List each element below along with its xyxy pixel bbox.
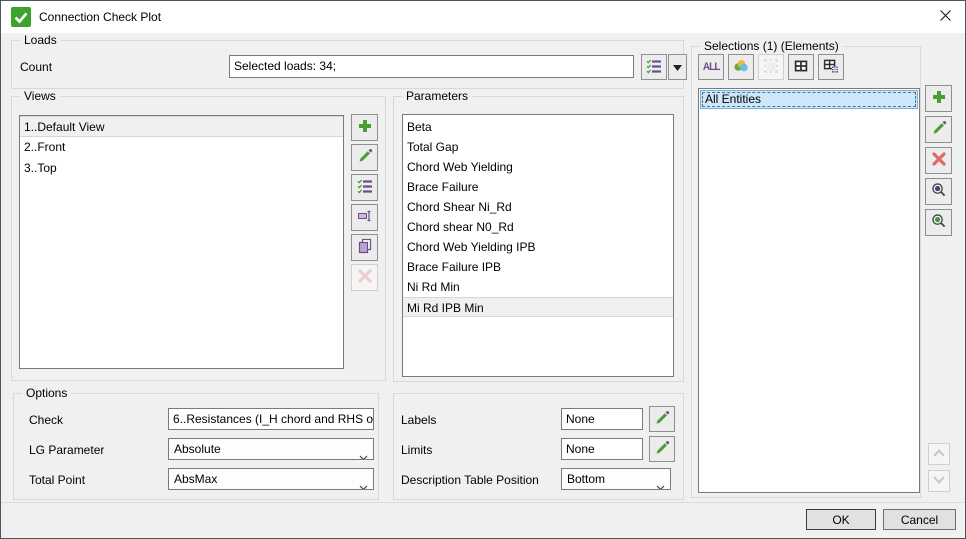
loads-group-label: Loads [20, 33, 61, 48]
marquee-selection-icon [763, 58, 779, 77]
select-all-button[interactable]: ALL [698, 54, 724, 80]
parameter-list-item[interactable]: Chord shear N0_Rd [403, 217, 673, 237]
options-group-label: Options [22, 386, 71, 401]
selections-edit-button[interactable] [925, 116, 952, 143]
grid-icon [793, 58, 809, 77]
views-group-label: Views [20, 89, 60, 104]
move-up-button [928, 443, 950, 465]
parameter-list-item[interactable]: Brace Failure IPB [403, 257, 673, 277]
limits-field[interactable]: None [561, 438, 643, 460]
selections-zoom-green-button[interactable] [925, 209, 952, 236]
parameter-list-item[interactable]: Beta [403, 117, 673, 137]
lg-parameter-value: Absolute [174, 442, 221, 456]
combo-chevron-icon [656, 477, 665, 490]
view-list-item[interactable]: 2..Front [20, 137, 343, 158]
grid-pattern-button[interactable] [818, 54, 844, 80]
footer-separator [1, 502, 965, 503]
entities-circles-icon [733, 58, 749, 77]
parameters-list[interactable]: Beta Total Gap Chord Web Yielding Brace … [402, 114, 674, 377]
labels-field[interactable]: None [561, 408, 643, 430]
ok-button[interactable]: OK [806, 509, 876, 530]
pencil-icon [931, 120, 947, 139]
connection-check-plot-dialog: Connection Check Plot Loads Count Select… [0, 0, 966, 539]
grid-view-button[interactable] [788, 54, 814, 80]
views-edit-button[interactable] [351, 144, 378, 171]
parameter-list-item[interactable]: Ni Rd Min [403, 277, 673, 297]
count-field[interactable]: Selected loads: 34; [229, 55, 634, 78]
views-list[interactable]: 1..Default View 2..Front 3..Top [19, 115, 344, 369]
checklist-icon [357, 178, 373, 197]
views-select-button[interactable] [351, 174, 378, 201]
combo-chevron-icon [359, 447, 368, 460]
combo-chevron-icon [359, 477, 368, 490]
total-point-label: Total Point [29, 473, 85, 487]
plus-icon [931, 89, 947, 108]
parameter-list-item[interactable]: Brace Failure [403, 177, 673, 197]
selections-group-label: Selections (1) (Elements) [700, 39, 843, 54]
total-point-combobox[interactable]: AbsMax [168, 468, 374, 490]
views-copy-button[interactable] [351, 234, 378, 261]
cancel-button[interactable]: Cancel [883, 509, 956, 530]
view-list-item[interactable]: 3..Top [20, 158, 343, 179]
total-point-value: AbsMax [174, 472, 217, 486]
labels-edit-button[interactable] [649, 406, 675, 432]
lg-parameter-combobox[interactable]: Absolute [168, 438, 374, 460]
select-marquee-button [758, 54, 784, 80]
checklist-icon [646, 58, 662, 77]
selections-delete-button[interactable] [925, 147, 952, 174]
lg-parameter-label: LG Parameter [29, 443, 104, 457]
rename-icon [357, 208, 373, 227]
parameter-list-item[interactable]: Chord Shear Ni_Rd [403, 197, 673, 217]
pencil-icon [357, 148, 373, 167]
limits-label: Limits [401, 443, 432, 457]
limits-edit-button[interactable] [649, 436, 675, 462]
parameter-list-item[interactable]: Chord Web Yielding [403, 157, 673, 177]
move-down-button [928, 470, 950, 492]
selection-list-item[interactable]: All Entities [700, 90, 918, 109]
pencil-icon [654, 410, 670, 429]
magnifier-green-icon [931, 213, 947, 232]
window-title: Connection Check Plot [39, 10, 161, 24]
grid-pattern-icon [823, 58, 839, 77]
table-position-label: Description Table Position [401, 473, 539, 487]
selections-list[interactable]: All Entities [698, 88, 920, 493]
count-label: Count [20, 60, 52, 74]
parameter-list-item[interactable]: Chord Web Yielding IPB [403, 237, 673, 257]
select-by-entities-button[interactable] [728, 54, 754, 80]
views-add-button[interactable] [351, 114, 378, 141]
selections-add-button[interactable] [925, 85, 952, 112]
pencil-icon [654, 440, 670, 459]
close-icon [939, 9, 952, 25]
dropdown-arrow-icon [673, 60, 682, 74]
titlebar: Connection Check Plot [1, 1, 965, 33]
views-rename-button[interactable] [351, 204, 378, 231]
labels-label: Labels [401, 413, 436, 427]
chevron-up-icon [932, 447, 946, 461]
plus-icon [357, 118, 373, 137]
check-label: Check [29, 413, 63, 427]
copy-icon [357, 238, 373, 257]
view-list-item[interactable]: 1..Default View [20, 116, 343, 137]
delete-icon [931, 151, 947, 170]
parameters-group-label: Parameters [402, 89, 472, 104]
views-delete-button [351, 264, 378, 291]
all-icon: ALL [703, 61, 720, 73]
parameter-list-item[interactable]: Mi Rd IPB Min [403, 297, 673, 317]
select-loads-button[interactable] [641, 54, 667, 80]
delete-icon [357, 268, 373, 287]
close-button[interactable] [931, 4, 959, 30]
table-position-combobox[interactable]: Bottom [561, 468, 671, 490]
table-position-value: Bottom [567, 472, 605, 486]
magnifier-purple-icon [931, 182, 947, 201]
parameter-list-item[interactable]: Total Gap [403, 137, 673, 157]
loads-dropdown-button[interactable] [668, 54, 687, 80]
selections-zoom-purple-button[interactable] [925, 178, 952, 205]
chevron-down-icon [932, 474, 946, 488]
app-check-icon [11, 7, 31, 27]
check-field[interactable]: 6..Resistances (I_H chord and RHS or ( [168, 408, 374, 430]
